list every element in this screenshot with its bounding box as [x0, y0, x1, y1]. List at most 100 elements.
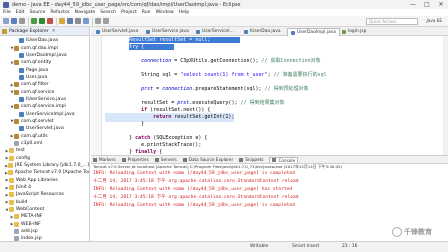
run-icon[interactable] — [39, 18, 45, 24]
code-token: // 准备需要执行的sql — [273, 72, 327, 78]
folder-icon — [7, 170, 13, 176]
tab-icon — [272, 158, 277, 162]
external-tools-icon[interactable] — [47, 18, 53, 24]
tree-item[interactable]: ▼ com.qf.servlet — [0, 118, 89, 125]
tree-item[interactable]: ▶ Web App Libraries — [0, 177, 89, 184]
tree-item[interactable]: User.java — [0, 74, 89, 81]
code-area[interactable]: ResultSet resultSet = null; try { connec… — [91, 36, 448, 155]
back-icon[interactable] — [95, 18, 101, 24]
tree-item[interactable]: UserServiceImpl.java — [0, 110, 89, 117]
console-line: INFO: Reloading Context with name [/day4… — [93, 171, 295, 176]
tree-item-label: META-INF — [21, 214, 43, 220]
menu-run[interactable]: Run — [142, 10, 151, 15]
tree-item[interactable]: Page.java — [0, 66, 89, 73]
editor-tab[interactable]: login.jsp — [339, 28, 369, 36]
menu-project[interactable]: Project — [121, 10, 137, 15]
console-tab-servers[interactable]: Servers — [154, 157, 177, 162]
editor-scrollbar[interactable] — [443, 36, 448, 155]
code-line: try { — [105, 43, 175, 52]
tree-item[interactable]: IUserDao.java — [0, 37, 89, 44]
tree-item-label: com.qf.servlet — [21, 118, 54, 124]
search-icon[interactable] — [83, 18, 89, 24]
new-package-icon[interactable] — [59, 18, 65, 24]
menu-file[interactable]: File — [3, 10, 11, 15]
menu-search[interactable]: Search — [100, 10, 116, 15]
tree-item[interactable]: IUserService.java — [0, 96, 89, 103]
tree-item-label: build — [16, 199, 28, 205]
open-type-icon[interactable] — [75, 18, 81, 24]
tree-item[interactable]: UserServlet.java — [0, 125, 89, 132]
save-icon[interactable] — [11, 18, 17, 24]
menu-refactor[interactable]: Refactor — [50, 10, 69, 15]
editor-tab[interactable]: UserServlet.java — [93, 28, 141, 36]
console-tab-console[interactable]: Console — [269, 156, 299, 163]
console-tab-data-source-explorer[interactable]: Data Source Explorer — [182, 157, 234, 162]
tree-item[interactable]: ▶ JavaScript Resources — [0, 191, 89, 198]
code-token: } — [141, 121, 145, 127]
tree-item[interactable]: ▼ com.qf.entity — [0, 59, 89, 66]
eclipse-icon — [3, 1, 9, 8]
menu-navigate[interactable]: Navigate — [75, 10, 96, 15]
tree-item[interactable]: ▶ test — [0, 147, 89, 154]
folder-icon — [9, 185, 14, 191]
close-icon[interactable]: ✕ — [52, 29, 56, 34]
tree-item[interactable]: c3p0.xml — [0, 140, 89, 147]
menu-source[interactable]: Source — [30, 10, 46, 15]
tree-item-label: Web App Libraries — [16, 177, 58, 183]
pkg-icon — [14, 45, 19, 51]
tree-item[interactable]: ▼ WebContent — [0, 206, 89, 213]
debug-icon[interactable] — [31, 18, 37, 24]
maximize-button[interactable]: □ — [420, 0, 434, 9]
tree-item[interactable]: ▶ META-INF — [0, 213, 89, 220]
package-explorer-title: Package Explorer — [9, 28, 49, 34]
print-icon[interactable] — [19, 18, 25, 24]
tree-item[interactable]: ▼ com.qf.service — [0, 88, 89, 95]
line-gutter — [91, 36, 102, 155]
tree-item[interactable]: ▼ com.qf.service.impl — [0, 103, 89, 110]
quick-access-input[interactable]: Quick Access — [366, 18, 418, 25]
tree-item-label: Page.java — [26, 67, 49, 73]
code-token: // 得到预处理对象 — [264, 86, 309, 92]
tree-item-label: test — [16, 148, 25, 154]
tree-item[interactable]: ▶ config — [0, 155, 89, 162]
menu-help[interactable]: Help — [179, 10, 189, 15]
java-icon — [19, 52, 24, 58]
tree-item[interactable]: ▼ com.qf.dao.impl — [0, 44, 89, 51]
tab-icon — [182, 157, 187, 162]
tree-item[interactable]: ▶ com.qf.filter — [0, 81, 89, 88]
title-bar: demo - Java EE - day44_59_jdbc_user_page… — [0, 0, 448, 9]
new-class-icon[interactable] — [67, 18, 73, 24]
tree-item[interactable]: add.jsp — [0, 228, 89, 235]
tree-item[interactable]: ▶Apache Tomcat v7.0 [Apache Tomcat ...] — [0, 169, 89, 176]
editor-tab[interactable]: IUserDao.java — [241, 28, 284, 36]
perspective-java-ee[interactable]: Java EE — [427, 18, 442, 23]
console-tab-properties[interactable]: Properties — [121, 157, 149, 162]
jsp-file-icon — [342, 30, 346, 34]
minimize-button[interactable]: — — [406, 0, 420, 9]
tree-item[interactable]: ▶ com.qf.utils — [0, 132, 89, 139]
tree-item[interactable]: ▶ build — [0, 199, 89, 206]
status-writable: Writable — [250, 244, 269, 249]
pkg-icon — [14, 82, 19, 88]
console-tab-label: Servers — [160, 157, 177, 162]
close-window-button[interactable]: ✕ — [434, 0, 448, 9]
tree-item[interactable]: ▶ JRE System Library [jdk1.7.0_...] — [0, 162, 89, 169]
editor-tab[interactable]: UserService.java — [143, 28, 192, 36]
console-tab-label: Data Source Explorer — [188, 157, 234, 162]
menu-edit[interactable]: Edit — [16, 10, 25, 15]
editor-tab[interactable]: UserServiceI... — [193, 28, 237, 36]
new-icon[interactable] — [3, 18, 9, 24]
forward-icon[interactable] — [103, 18, 109, 24]
editor-tab[interactable]: UserDaoImpl.java — [287, 28, 340, 36]
console-tab-markers[interactable]: Markers — [93, 157, 116, 162]
status-insert-mode: Smart Insert — [292, 244, 320, 249]
tree-item[interactable]: ▶ WEB-INF — [0, 221, 89, 228]
folder-icon — [9, 148, 14, 154]
code-token: = — [153, 86, 163, 92]
tree-item[interactable]: UserDaoImpl.java — [0, 52, 89, 59]
menu-window[interactable]: Window — [156, 10, 174, 15]
console-tab-snippets[interactable]: Snippets — [239, 157, 263, 162]
tree-item[interactable]: ▶ JUnit 4 — [0, 184, 89, 191]
